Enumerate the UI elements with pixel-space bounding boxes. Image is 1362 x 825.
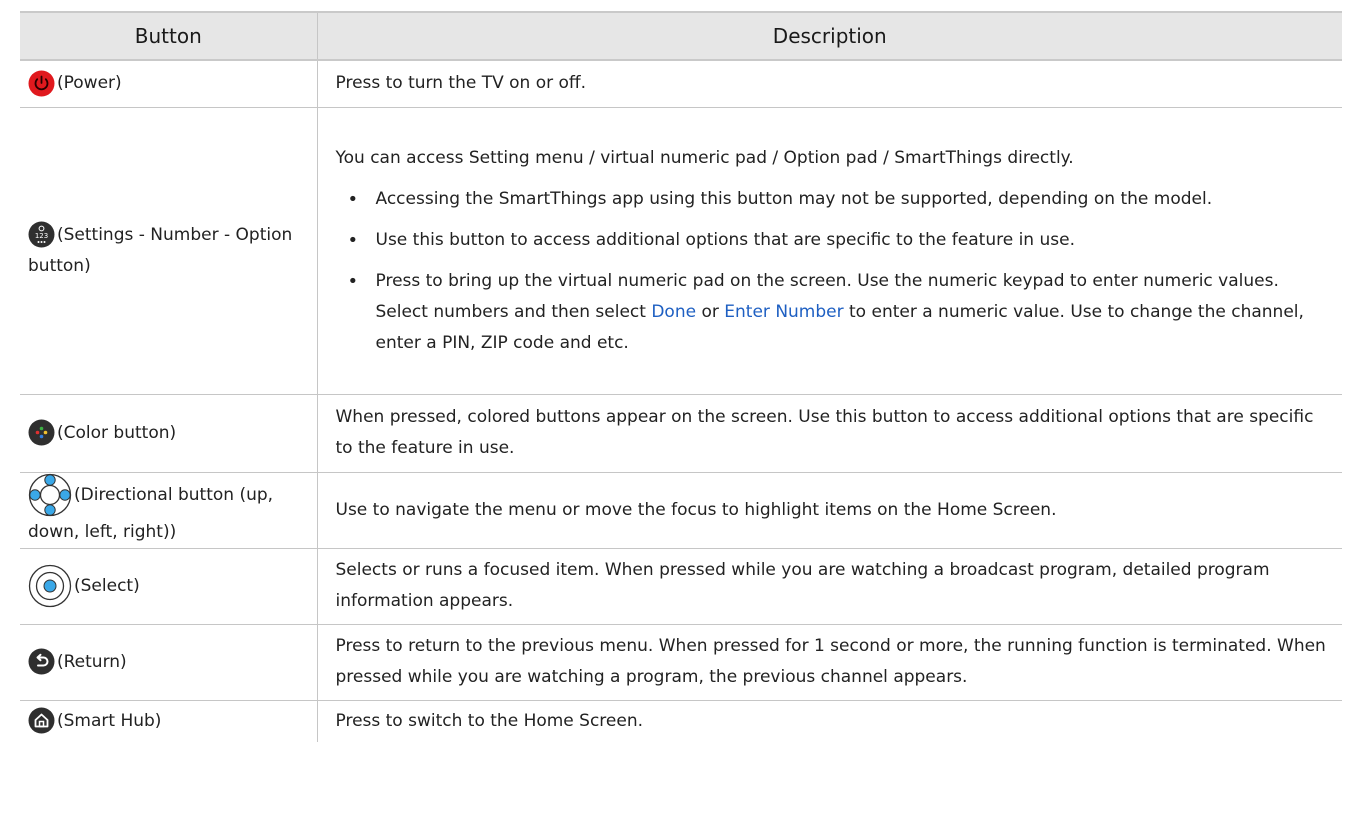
description-cell: Press to turn the TV on or off. bbox=[316, 60, 1342, 108]
button-cell: (Directional button (up, down, left, rig… bbox=[20, 472, 317, 549]
table-row: (Select) Selects or runs a focused item.… bbox=[20, 548, 1342, 625]
button-cell: (Power) bbox=[20, 60, 317, 108]
description-cell: When pressed, colored buttons appear on … bbox=[316, 394, 1342, 473]
table-row: 123 (Settings - Number - Option button) … bbox=[20, 107, 1342, 395]
table-row: (Return) Press to return to the previous… bbox=[20, 624, 1342, 701]
description-cell: Press to switch to the Home Screen. bbox=[316, 700, 1342, 742]
directional-pad-icon bbox=[28, 473, 72, 517]
done-link[interactable]: Done bbox=[651, 302, 696, 322]
svg-text:123: 123 bbox=[35, 232, 48, 240]
button-cell: 123 (Settings - Number - Option button) bbox=[20, 107, 317, 395]
button-cell: (Select) bbox=[20, 548, 317, 625]
color-button-icon bbox=[28, 419, 55, 446]
description-cell: Selects or runs a focused item. When pre… bbox=[316, 548, 1342, 625]
table-row: (Power) Press to turn the TV on or off. bbox=[20, 60, 1342, 108]
button-cell: (Return) bbox=[20, 624, 317, 701]
button-name: (Smart Hub) bbox=[57, 710, 162, 731]
bullet-list: Accessing the SmartThings app using this… bbox=[336, 184, 1333, 359]
button-name: (Power) bbox=[57, 73, 122, 94]
column-header-button: Button bbox=[20, 11, 317, 61]
list-item: Press to bring up the virtual numeric pa… bbox=[336, 266, 1333, 359]
description-text: You can access Setting menu / virtual nu… bbox=[335, 147, 1074, 168]
remote-buttons-table: Button Description (Power) Press to turn… bbox=[20, 11, 1342, 742]
column-header-description: Description bbox=[316, 11, 1342, 61]
enter-number-link[interactable]: Enter Number bbox=[724, 302, 843, 322]
settings-number-option-icon: 123 bbox=[28, 221, 55, 248]
list-item: Use this button to access additional opt… bbox=[336, 225, 1333, 256]
table-row: (Smart Hub) Press to switch to the Home … bbox=[20, 700, 1342, 742]
button-cell: (Color button) bbox=[20, 394, 317, 473]
home-icon bbox=[28, 707, 55, 734]
select-icon bbox=[28, 564, 72, 608]
button-name: (Select) bbox=[74, 576, 140, 596]
button-name: (Return) bbox=[57, 651, 127, 672]
table-row: (Directional button (up, down, left, rig… bbox=[20, 472, 1342, 549]
button-cell: (Smart Hub) bbox=[20, 700, 317, 742]
description-cell: You can access Setting menu / virtual nu… bbox=[316, 107, 1342, 395]
description-cell: Press to return to the previous menu. Wh… bbox=[316, 624, 1342, 701]
button-name: (Settings - Number - Option button) bbox=[28, 224, 293, 276]
bullet-text: or bbox=[696, 301, 725, 322]
table-row: (Color button) When pressed, colored but… bbox=[20, 394, 1342, 473]
return-icon bbox=[28, 648, 55, 675]
button-name: (Color button) bbox=[57, 422, 177, 443]
table-header-row: Button Description bbox=[20, 11, 1342, 61]
description-cell: Use to navigate the menu or move the foc… bbox=[316, 472, 1342, 549]
power-icon bbox=[28, 70, 55, 97]
list-item: Accessing the SmartThings app using this… bbox=[336, 184, 1333, 215]
